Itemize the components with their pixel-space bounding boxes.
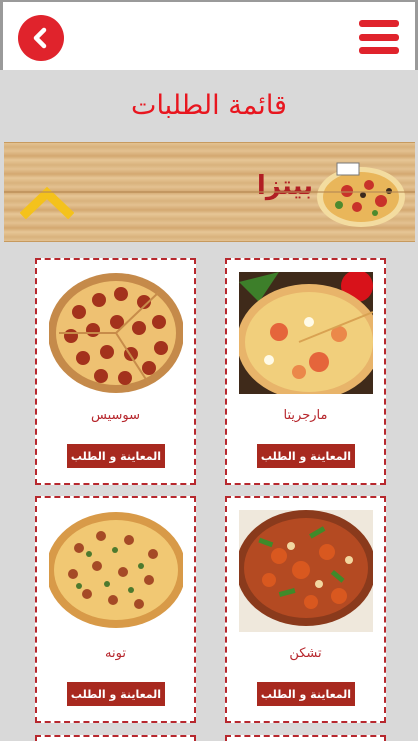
product-card[interactable]: سوسيس المعاينة و الطلب (35, 258, 196, 485)
product-name: تونه (105, 646, 126, 661)
product-image (49, 510, 183, 632)
chevron-up-icon[interactable] (20, 183, 74, 219)
chevron-left-icon (33, 27, 47, 49)
product-name: مارجريتا (283, 408, 328, 423)
hamburger-menu-icon (359, 20, 399, 27)
pizza-icon (317, 162, 405, 227)
menu-button[interactable] (359, 20, 399, 54)
product-card[interactable]: مارجريتا المعاينة و الطلب (225, 258, 386, 485)
product-card-partial (225, 735, 386, 741)
product-card[interactable]: تونه المعاينة و الطلب (35, 496, 196, 723)
product-image (49, 272, 183, 394)
preview-order-button[interactable]: المعاينة و الطلب (257, 682, 355, 706)
category-header-pizza[interactable]: بيتزا (4, 142, 415, 242)
product-card-partial (35, 735, 196, 741)
preview-order-button[interactable]: المعاينة و الطلب (67, 682, 165, 706)
preview-order-button[interactable]: المعاينة و الطلب (67, 444, 165, 468)
product-card[interactable]: تشكن المعاينة و الطلب (225, 496, 386, 723)
back-button[interactable] (18, 15, 64, 61)
product-name: سوسيس (91, 408, 140, 423)
product-image (239, 510, 373, 632)
page-title: قائمة الطلبات (131, 90, 287, 121)
top-bar (0, 0, 418, 70)
preview-order-button[interactable]: المعاينة و الطلب (257, 444, 355, 468)
main-content: قائمة الطلبات بيتزا مارجريتا المعاينة و … (3, 70, 415, 741)
product-image (239, 272, 373, 394)
category-label: بيتزا (256, 171, 313, 201)
product-name: تشكن (289, 646, 322, 661)
